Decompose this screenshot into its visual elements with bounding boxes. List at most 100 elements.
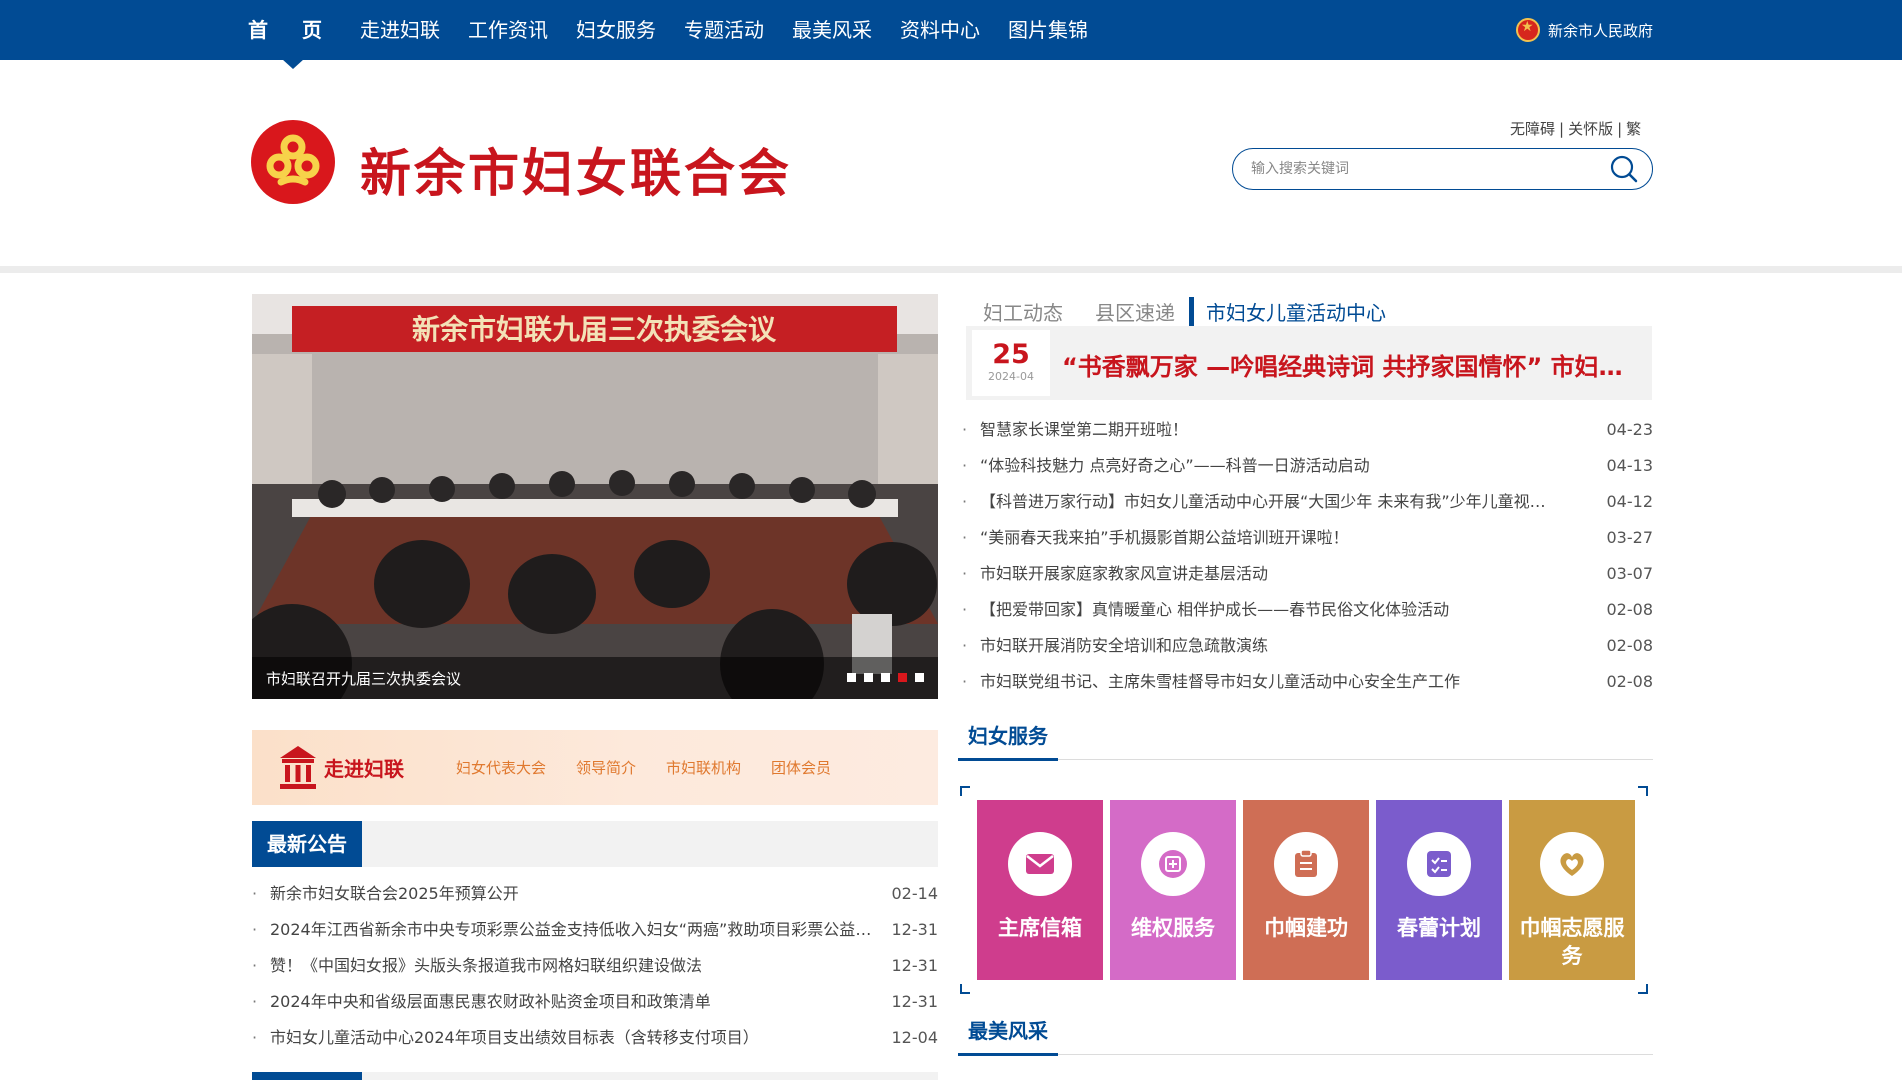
banner-text-overlay: 新余市妇联九届三次执委会议 (412, 313, 777, 346)
tab-activity-center[interactable]: 市妇女儿童活动中心 (1189, 296, 1386, 326)
nav-item-home[interactable]: 首页 (248, 0, 356, 69)
showcase-header: 最美风采 (958, 1007, 1653, 1056)
tile-label: 巾帼志愿服务 (1519, 916, 1625, 968)
link-womens-congress[interactable]: 妇女代表大会 (456, 757, 546, 778)
link-organization[interactable]: 市妇联机构 (666, 757, 741, 778)
news-title[interactable]: 市妇联开展家庭家教家风宣讲走基层活动 (980, 556, 1560, 592)
service-tile-spring-bud-plan[interactable]: 春蕾计划 (1376, 800, 1502, 980)
care-mode-link[interactable]: 关怀版 (1568, 120, 1613, 138)
government-link[interactable]: 新余市人民政府 (1515, 0, 1653, 60)
news-title[interactable]: 【把爱带回家】真情暖童心 相伴护成长——春节民俗文化体验活动 (980, 592, 1560, 628)
nav-item-work-news[interactable]: 工作资讯 (468, 0, 548, 60)
bullet: · (962, 420, 968, 439)
notice-list-item[interactable]: · 赞！《中国妇女报》头版头条报道我市网格妇联组织建设做法 12-31 (252, 948, 938, 984)
news-list: · 智慧家长课堂第二期开班啦！ 04-23 · “体验科技魅力 点亮好奇之心”——科普… (962, 412, 1653, 700)
main-menu: 首页 走进妇联 工作资讯 妇女服务 专题活动 最美风采 资料中心 图片集锦 (248, 0, 1116, 69)
news-list-item[interactable]: · 智慧家长课堂第二期开班啦！ 04-23 (962, 412, 1653, 448)
search-icon[interactable] (1610, 155, 1638, 183)
news-list-item[interactable]: · 【科普进万家行动】市妇女儿童活动中心开展“大国少年 未来有我”少年儿童视觉艺术… (962, 484, 1653, 520)
news-date: 02-08 (1606, 636, 1654, 655)
notice-title[interactable]: 市妇女儿童活动中心2024年项目支出绩效目标表（含转移支付项目） (270, 1020, 880, 1056)
bullet: · (252, 956, 258, 975)
section-underline (958, 758, 1058, 761)
tab-county-news[interactable]: 县区速递 (1095, 297, 1175, 326)
showcase-title[interactable]: 最美风采 (968, 1015, 1048, 1044)
news-list-item[interactable]: · 市妇联开展消防安全培训和应急疏散演练 02-08 (962, 628, 1653, 664)
news-title[interactable]: 市妇联党组书记、主席朱雪桂督导市妇女儿童活动中心安全生产工作 (980, 664, 1560, 700)
meeting-photo (252, 294, 938, 699)
nav-item-photo-gallery[interactable]: 图片集锦 (1008, 0, 1088, 60)
nav-item-about[interactable]: 走进妇联 (360, 0, 440, 60)
notice-date: 12-31 (891, 956, 939, 975)
frame-corner (1638, 984, 1648, 994)
news-date: 02-08 (1606, 672, 1654, 691)
carousel-dot[interactable] (864, 673, 873, 682)
service-tiles: 主席信箱 维权服务 巾帼建功 春蕾计划 巾帼志愿服务 (977, 800, 1642, 980)
bullet: · (252, 992, 258, 1011)
carousel-dot[interactable] (847, 673, 856, 682)
photo-carousel[interactable]: 新余市妇联九届三次执委会议 市妇联召开九届三次执委会议 (252, 294, 938, 699)
service-tile-rights-protection[interactable]: 维权服务 (1110, 800, 1236, 980)
women-services-header: 妇女服务 (958, 712, 1653, 761)
notice-date: 12-31 (891, 992, 939, 1011)
separator: | (1617, 120, 1623, 138)
bullet: · (962, 492, 968, 511)
news-date: 03-07 (1606, 564, 1654, 583)
tab-women-work-news[interactable]: 妇工动态 (983, 297, 1063, 326)
news-list-item[interactable]: · 市妇联党组书记、主席朱雪桂督导市妇女儿童活动中心安全生产工作 02-08 (962, 664, 1653, 700)
notice-title[interactable]: 2024年中央和省级层面惠民惠农财政补贴资金项目和政策清单 (270, 984, 880, 1020)
rights-badge-icon (1159, 850, 1187, 878)
news-list-item[interactable]: · 【把爱带回家】真情暖童心 相伴护成长——春节民俗文化体验活动 02-08 (962, 592, 1653, 628)
mail-icon (1026, 854, 1054, 874)
notice-list-item[interactable]: · 市妇女儿童活动中心2024年项目支出绩效目标表（含转移支付项目） 12-04 (252, 1020, 938, 1056)
nav-item-showcase[interactable]: 最美风采 (792, 0, 872, 60)
news-title[interactable]: “美丽春天我来拍”手机摄影首期公益培训班开课啦！ (980, 520, 1560, 556)
notice-list-item[interactable]: · 2024年江西省新余市中央专项彩票公益金支持低收入妇女“两癌”救助项目彩票公益… (252, 912, 938, 948)
link-leadership[interactable]: 领导简介 (576, 757, 636, 778)
headline-title[interactable]: “书香飘万家 —吟唱经典诗词 共抒家国情怀” 市妇联开展... (1062, 347, 1642, 382)
carousel-caption[interactable]: 市妇联召开九届三次执委会议 (266, 668, 461, 689)
service-tile-women-achievement[interactable]: 巾帼建功 (1243, 800, 1369, 980)
tile-label: 主席信箱 (998, 916, 1082, 940)
site-title: 新余市妇女联合会 (360, 145, 793, 204)
women-federation-logo-icon[interactable] (251, 120, 335, 204)
tile-icon-circle (1008, 832, 1072, 896)
notice-title[interactable]: 赞！《中国妇女报》头版头条报道我市网格妇联组织建设做法 (270, 948, 880, 984)
tile-icon-circle (1141, 832, 1205, 896)
news-date: 04-13 (1606, 456, 1654, 475)
bullet: · (962, 636, 968, 655)
carousel-dot[interactable] (915, 673, 924, 682)
traditional-chinese-link[interactable]: 繁 (1626, 120, 1641, 138)
news-title[interactable]: 市妇联开展消防安全培训和应急疏散演练 (980, 628, 1560, 664)
headline-date-badge: 25 2024-04 (972, 330, 1050, 396)
news-list-item[interactable]: · 市妇联开展家庭家教家风宣讲走基层活动 03-07 (962, 556, 1653, 592)
notice-title[interactable]: 新余市妇女联合会2025年预算公开 (270, 876, 880, 912)
women-services-title[interactable]: 妇女服务 (968, 720, 1048, 749)
news-title[interactable]: 【科普进万家行动】市妇女儿童活动中心开展“大国少年 未来有我”少年儿童视觉艺术作… (980, 484, 1560, 520)
about-federation-title[interactable]: 走进妇联 (324, 753, 404, 782)
notice-title[interactable]: 2024年江西省新余市中央专项彩票公益金支持低收入妇女“两癌”救助项目彩票公益金… (270, 912, 880, 948)
service-tile-volunteer-service[interactable]: 巾帼志愿服务 (1509, 800, 1635, 980)
news-list-item[interactable]: · “体验科技魅力 点亮好奇之心”——科普一日游活动启动 04-13 (962, 448, 1653, 484)
services-panel: 主席信箱 维权服务 巾帼建功 春蕾计划 巾帼志愿服务 (960, 786, 1648, 994)
separator: | (1559, 120, 1565, 138)
tile-label: 巾帼建功 (1264, 916, 1348, 940)
news-title[interactable]: 智慧家长课堂第二期开班啦！ (980, 412, 1560, 448)
nav-item-women-services[interactable]: 妇女服务 (576, 0, 656, 60)
frame-corner (960, 786, 970, 796)
notice-list-item[interactable]: · 2024年中央和省级层面惠民惠农财政补贴资金项目和政策清单 12-31 (252, 984, 938, 1020)
link-group-members[interactable]: 团体会员 (771, 757, 831, 778)
headline-news[interactable]: 25 2024-04 “书香飘万家 —吟唱经典诗词 共抒家国情怀” 市妇联开展.… (966, 326, 1652, 400)
search-input[interactable] (1251, 157, 1581, 181)
news-list-item[interactable]: · “美丽春天我来拍”手机摄影首期公益培训班开课啦！ 03-27 (962, 520, 1653, 556)
barrier-free-link[interactable]: 无障碍 (1510, 120, 1555, 138)
notices-title[interactable]: 最新公告 (252, 821, 362, 867)
nav-item-resources[interactable]: 资料中心 (900, 0, 980, 60)
notice-list-item[interactable]: · 新余市妇女联合会2025年预算公开 02-14 (252, 876, 938, 912)
carousel-dot[interactable] (881, 673, 890, 682)
service-tile-chairman-mailbox[interactable]: 主席信箱 (977, 800, 1103, 980)
news-title[interactable]: “体验科技魅力 点亮好奇之心”——科普一日游活动启动 (980, 448, 1560, 484)
nav-item-special-activities[interactable]: 专题活动 (684, 0, 764, 60)
tile-icon-circle (1540, 832, 1604, 896)
carousel-dot-active[interactable] (898, 673, 907, 682)
